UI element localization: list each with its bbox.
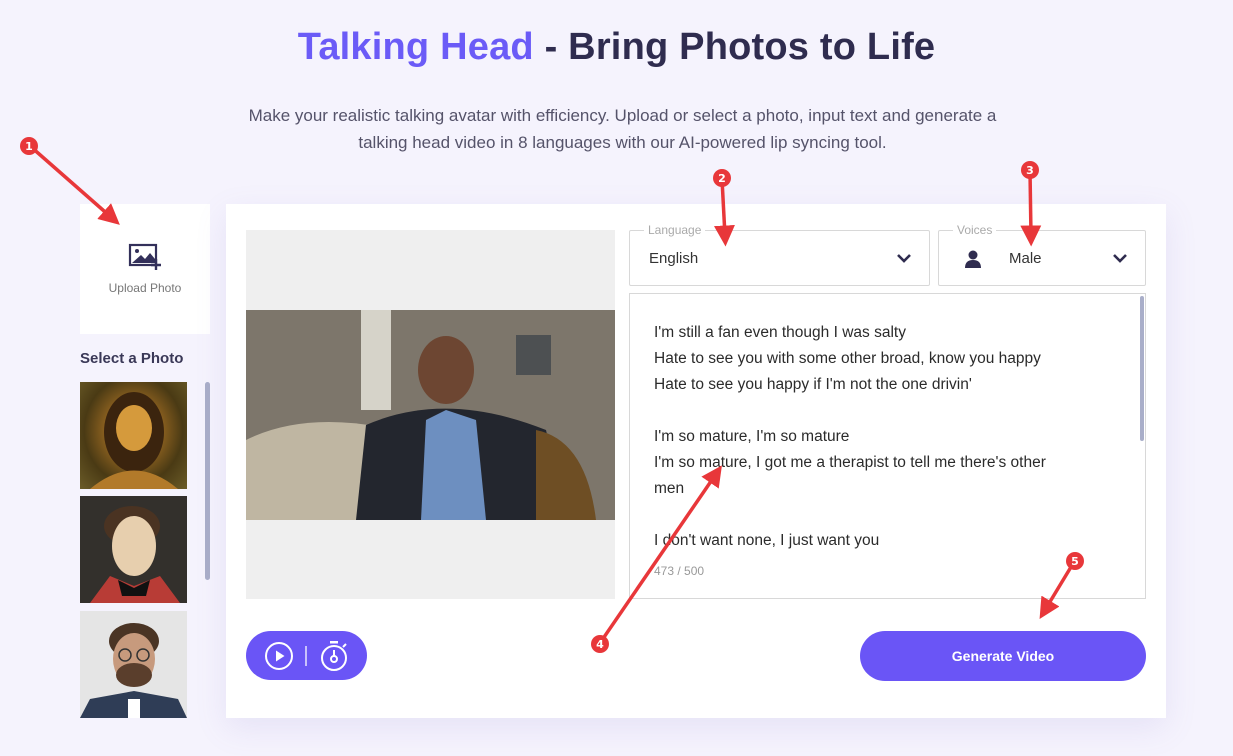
generate-video-button[interactable]: Generate Video (860, 631, 1146, 681)
subtitle-line-2: talking head video in 8 languages with o… (358, 133, 887, 152)
editor-card: Language English Voices Male I'm still a… (226, 204, 1166, 718)
mona-lisa-image (90, 392, 178, 489)
textarea-scrollbar[interactable] (1140, 296, 1144, 441)
subtitle-line-1: Make your realistic talking avatar with … (248, 106, 997, 125)
voices-label: Voices (953, 223, 997, 237)
annotation-2-label: 2 (718, 172, 726, 185)
photo-list-scrollbar[interactable] (205, 382, 210, 580)
upload-photo-button[interactable]: Upload Photo (80, 204, 210, 334)
preview-video-frame (246, 310, 615, 520)
upload-photo-label: Upload Photo (108, 281, 182, 295)
script-text[interactable]: I'm still a fan even though I was salty … (654, 320, 1121, 554)
language-value: English (649, 250, 699, 267)
title-rest: - Bring Photos to Life (533, 26, 936, 68)
timer-icon[interactable] (319, 640, 349, 672)
voices-value: Male (1009, 250, 1042, 267)
user-icon (965, 250, 981, 268)
preview-image (246, 310, 615, 520)
photo-thumb-man-glasses[interactable] (80, 611, 187, 718)
image-add-icon (128, 243, 161, 270)
page-subtitle: Make your realistic talking avatar with … (0, 102, 1233, 156)
script-textarea[interactable]: I'm still a fan even though I was salty … (629, 293, 1146, 599)
char-counter: 473 / 500 (654, 564, 705, 578)
chevron-down-icon (897, 254, 911, 263)
playback-controls (246, 631, 367, 680)
controls-divider (305, 645, 308, 666)
language-select[interactable]: Language English (629, 223, 930, 286)
title-accent: Talking Head (297, 26, 534, 68)
annotation-3-label: 3 (1026, 164, 1034, 177)
page-title: Talking Head - Bring Photos to Life (0, 26, 1233, 69)
napoleon-image (90, 506, 180, 603)
chevron-down-icon (1113, 254, 1127, 263)
photo-thumb-napoleon[interactable] (80, 496, 187, 603)
voices-select[interactable]: Voices Male (938, 223, 1146, 286)
select-photo-heading: Select a Photo (80, 350, 184, 367)
man-glasses-image (80, 623, 187, 718)
video-preview (246, 230, 615, 599)
play-icon[interactable] (264, 641, 294, 671)
language-label: Language (644, 223, 706, 237)
photo-thumb-mona-lisa[interactable] (80, 382, 187, 489)
